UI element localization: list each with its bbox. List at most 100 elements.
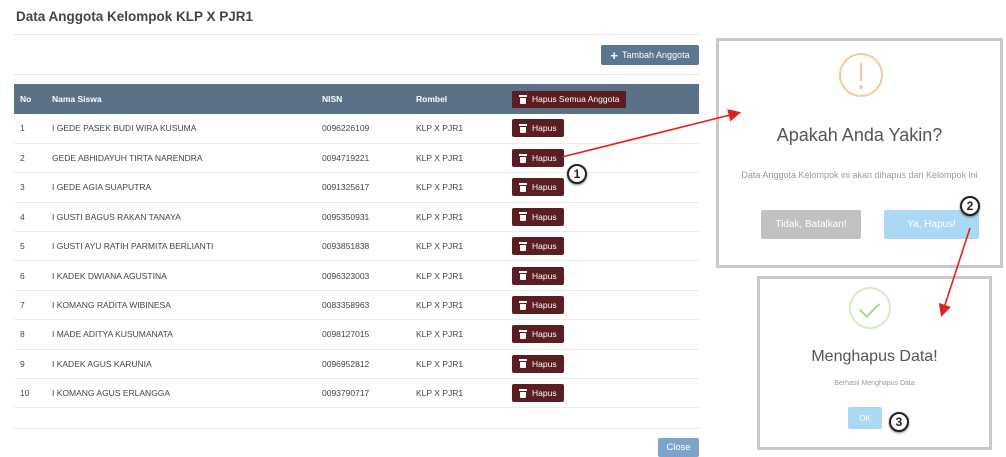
ok-button[interactable]: OK <box>848 407 882 429</box>
delete-label: Hapus <box>532 388 557 399</box>
header-nama: Nama Siswa <box>52 94 102 104</box>
success-dialog-text: Berhasil Menghapus Data <box>834 380 915 387</box>
trash-icon <box>519 123 527 133</box>
header-no: No <box>20 94 32 104</box>
step-badge-2: 2 <box>960 196 980 216</box>
delete-label: Hapus <box>532 153 557 164</box>
cell-nisn: 0094719221 <box>322 153 370 164</box>
cell-nama: I GEDE PASEK BUDI WIRA KUSUMA <box>52 123 197 134</box>
trash-icon <box>519 94 527 104</box>
cell-action: Hapus <box>506 320 699 349</box>
close-button[interactable]: Close <box>658 438 699 457</box>
table-row: 4 I GUSTI BAGUS RAKAN TANAYA 0095350931 KLP… <box>14 202 699 232</box>
table-row: 1 I GEDE PASEK BUDI WIRA KUSUMA 0096226109… <box>14 114 699 144</box>
step-badge-3: 3 <box>889 412 909 432</box>
cell-no: 10 <box>20 388 30 399</box>
cell-rombel: KLP X PJR1 <box>416 270 464 281</box>
cell-no: 7 <box>20 300 25 311</box>
cell-no: 9 <box>20 358 25 369</box>
delete-button[interactable]: Hapus <box>512 384 564 403</box>
confirm-dialog-title: Apakah Anda Yakin? <box>776 125 943 145</box>
table-row: 9 I KADEK AGUS KARUNIA 0096952812 KLP X PJR… <box>14 349 699 379</box>
divider <box>14 428 699 429</box>
divider <box>14 74 699 75</box>
trash-icon <box>519 182 527 192</box>
cell-no: 2 <box>20 153 25 164</box>
cell-nama: GEDE ABHIDAYUH TIRTA NARENDRA <box>52 153 203 164</box>
cell-action: Hapus <box>506 143 699 172</box>
cell-rombel: KLP X PJR1 <box>416 123 464 134</box>
delete-button[interactable]: Hapus <box>512 178 564 197</box>
cell-nisn: 0093790717 <box>322 388 370 399</box>
delete-label: Hapus <box>532 300 557 311</box>
cell-action: Hapus <box>506 379 699 408</box>
cell-rombel: KLP X PJR1 <box>416 153 464 164</box>
trash-icon <box>519 359 527 369</box>
cell-rombel: KLP X PJR1 <box>416 211 464 222</box>
delete-button[interactable]: Hapus <box>512 354 564 373</box>
cell-nisn: 0091325617 <box>322 182 370 193</box>
cell-nama: I GUSTI BAGUS RAKAN TANAYA <box>52 211 181 222</box>
table-header: No Nama Siswa NISN Rombel Hapus Semua An… <box>14 84 699 114</box>
step-badge-1: 1 <box>567 164 587 184</box>
delete-label: Hapus <box>532 270 557 281</box>
header-action: Hapus Semua Anggota <box>506 84 699 114</box>
delete-label: Hapus <box>532 241 557 252</box>
table-row: 2 GEDE ABHIDAYUH TIRTA NARENDRA 0094719221… <box>14 143 699 173</box>
delete-button[interactable]: Hapus <box>512 119 564 138</box>
trash-icon <box>519 388 527 398</box>
delete-label: Hapus <box>532 358 557 369</box>
success-dialog: Menghapus Data! Berhasil Menghapus Data … <box>757 276 992 450</box>
trash-icon <box>519 241 527 251</box>
trash-icon <box>519 153 527 163</box>
trash-icon <box>519 271 527 281</box>
cell-nisn: 0095350931 <box>322 211 370 222</box>
cell-nama: I KOMANG RADITA WIBINESA <box>52 300 171 311</box>
plus-icon: + <box>610 47 619 63</box>
cell-rombel: KLP X PJR1 <box>416 182 464 193</box>
delete-label: Hapus <box>532 329 557 340</box>
delete-label: Hapus <box>532 182 557 193</box>
delete-all-label: Hapus Semua Anggota <box>532 94 620 104</box>
cancel-button[interactable]: Tidak, Batalkan! <box>761 210 861 239</box>
delete-button[interactable]: Hapus <box>512 325 564 344</box>
delete-button[interactable]: Hapus <box>512 266 564 285</box>
delete-all-button[interactable]: Hapus Semua Anggota <box>512 90 627 108</box>
page-title: Data Anggota Kelompok KLP X PJR1 <box>16 9 254 24</box>
cell-no: 3 <box>20 182 25 193</box>
cell-nisn: 0096952812 <box>322 358 370 369</box>
cell-nama: I MADE ADITYA KUSUMANATA <box>52 329 173 340</box>
cell-no: 4 <box>20 211 25 222</box>
cell-action: Hapus <box>506 349 699 378</box>
trash-icon <box>519 212 527 222</box>
trash-icon <box>519 300 527 310</box>
cell-rombel: KLP X PJR1 <box>416 241 464 252</box>
exclamation-circle-icon <box>839 53 883 97</box>
cell-nisn: 0093851838 <box>322 241 370 252</box>
cell-action: Hapus <box>506 290 699 319</box>
confirm-dialog: Apakah Anda Yakin? Data Anggota Kelompok… <box>716 38 1003 268</box>
delete-button[interactable]: Hapus <box>512 237 564 256</box>
delete-button[interactable]: Hapus <box>512 149 564 168</box>
cell-no: 8 <box>20 329 25 340</box>
table-row: 10 I KOMANG AGUS ERLANGGA 0093790717 KLP X … <box>14 379 699 408</box>
cell-rombel: KLP X PJR1 <box>416 388 464 399</box>
cell-nama: I KADEK AGUS KARUNIA <box>52 358 152 369</box>
cell-no: 1 <box>20 123 25 134</box>
delete-button[interactable]: Hapus <box>512 296 564 315</box>
delete-button[interactable]: Hapus <box>512 207 564 226</box>
add-member-button[interactable]: + Tambah Anggota <box>601 45 699 65</box>
success-dialog-title: Menghapus Data! <box>811 348 938 365</box>
cell-action: Hapus <box>506 232 699 261</box>
cell-no: 5 <box>20 241 25 252</box>
divider <box>14 34 699 35</box>
header-nisn: NISN <box>322 94 343 104</box>
table-row: 6 I KADEK DWIANA AGUSTINA 0096323003 KLP X … <box>14 261 699 291</box>
delete-label: Hapus <box>532 211 557 222</box>
header-rombel: Rombel <box>416 94 448 104</box>
cell-nama: I GUSTI AYU RATIH PARMITA BERLIANTI <box>52 241 214 252</box>
delete-label: Hapus <box>532 123 557 134</box>
table-row: 7 I KOMANG RADITA WIBINESA 0083358963 KLP X… <box>14 290 699 320</box>
cell-nisn: 0098127015 <box>322 329 370 340</box>
add-member-label: Tambah Anggota <box>622 50 690 60</box>
